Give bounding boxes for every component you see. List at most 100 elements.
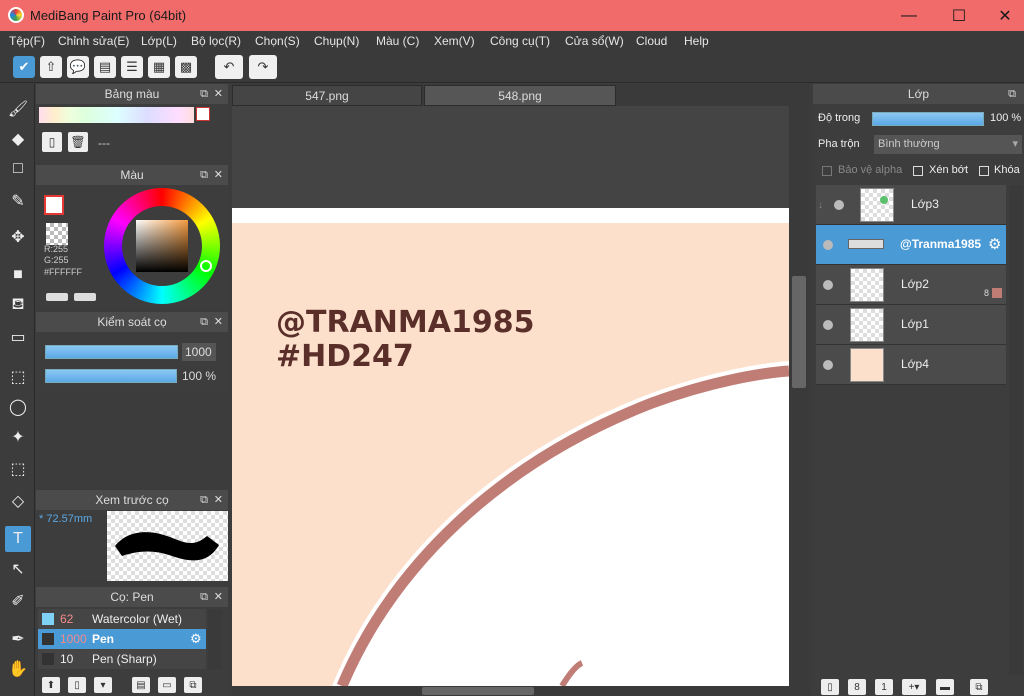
message-icon[interactable]: ▤	[94, 56, 116, 78]
dot-brush-tool-icon[interactable]: ✎	[5, 188, 31, 214]
menu-color[interactable]: Màu (C)	[376, 34, 419, 48]
share-icon[interactable]: ⇧	[40, 56, 62, 78]
brush-tool-icon[interactable]: 🖌	[5, 96, 31, 122]
menu-capture[interactable]: Chụp(N)	[314, 34, 359, 48]
new-8bit-layer-icon[interactable]: 8	[848, 679, 866, 695]
protect-alpha-checkbox[interactable]	[822, 166, 832, 176]
fill-rect-tool-icon[interactable]: ■	[5, 262, 31, 288]
cloud-icon[interactable]: ✔	[13, 56, 35, 78]
menu-view[interactable]: Xem(V)	[434, 34, 475, 48]
document-icon[interactable]: ☰	[121, 56, 143, 78]
menu-select[interactable]: Chọn(S)	[255, 34, 300, 48]
brush-size-value[interactable]: 1000	[182, 343, 216, 361]
popout-icon[interactable]: ⧉	[1008, 84, 1016, 104]
layer-row-tranma1985[interactable]: @Tranma1985 ⚙	[816, 225, 1006, 265]
brush-opacity-slider[interactable]	[45, 369, 177, 383]
canvas-horizontal-scrollbar[interactable]	[232, 686, 810, 696]
select-pen-tool-icon[interactable]: ⬚	[5, 456, 31, 482]
grid-icon[interactable]: ▩	[175, 56, 197, 78]
visibility-icon[interactable]	[823, 360, 833, 370]
primary-color-swatch[interactable]	[44, 195, 64, 215]
menu-layer[interactable]: Lớp(L)	[141, 34, 177, 48]
comment-icon[interactable]: 💬	[67, 56, 89, 78]
gradient-tool-icon[interactable]: ▭	[5, 324, 31, 350]
eraser-tool-icon[interactable]: ◆	[5, 126, 31, 152]
menu-filter[interactable]: Bộ lọc(R)	[191, 34, 241, 48]
copy-brush-icon[interactable]: ▾	[94, 677, 112, 693]
close-icon[interactable]: ✕	[214, 312, 223, 332]
palette-swatches[interactable]	[39, 107, 194, 123]
canvas-vertical-scrollbar[interactable]	[789, 106, 809, 686]
menu-cloud[interactable]: Cloud	[636, 34, 667, 48]
layer-row-lop3[interactable]: ↓ Lớp3	[816, 185, 1006, 225]
color-mode-button[interactable]	[46, 293, 68, 301]
maximize-button[interactable]: ☐	[936, 0, 982, 31]
delete-palette-icon[interactable]: 🗑	[68, 132, 88, 152]
transparent-color-swatch[interactable]	[46, 223, 68, 245]
popout-icon[interactable]: ⧉	[200, 587, 208, 607]
layer-list-scrollbar[interactable]	[1009, 185, 1023, 675]
select-rect-tool-icon[interactable]: ⬚	[5, 364, 31, 390]
gear-icon[interactable]: ⚙	[190, 631, 202, 647]
popout-icon[interactable]: ⧉	[200, 490, 208, 510]
visibility-icon[interactable]	[834, 200, 844, 210]
lock-checkbox[interactable]	[979, 166, 989, 176]
brush-folder-icon[interactable]: ▭	[158, 677, 176, 693]
brush-size-slider[interactable]	[45, 345, 178, 359]
visibility-icon[interactable]	[823, 320, 833, 330]
eyedropper-tool-icon[interactable]: ✒	[5, 626, 31, 652]
text-tool-icon[interactable]: T	[5, 526, 31, 552]
saturation-square[interactable]	[136, 220, 188, 272]
canvas-area[interactable]: @TRANMA1985 #HD247	[232, 106, 789, 686]
popout-icon[interactable]: ⧉	[200, 84, 208, 104]
menu-tools[interactable]: Công cụ(T)	[490, 34, 550, 48]
brush-item[interactable]: 10 Pen (Sharp)	[38, 649, 206, 669]
canvas-text[interactable]: @TRANMA1985 #HD247	[276, 306, 534, 374]
close-icon[interactable]: ✕	[214, 165, 223, 185]
brush-item[interactable]: 62 Watercolor (Wet)	[38, 609, 206, 629]
brush-item-selected[interactable]: 1000 Pen ⚙	[38, 629, 206, 649]
magic-wand-tool-icon[interactable]: ✦	[5, 424, 31, 450]
hand-tool-icon[interactable]: ✋	[5, 656, 31, 682]
hue-handle[interactable]	[200, 260, 212, 272]
layer-opacity-slider[interactable]	[872, 112, 984, 126]
palette-selected-swatch[interactable]	[196, 107, 210, 121]
blend-mode-select[interactable]: Bình thường ▾	[874, 135, 1022, 154]
popout-icon[interactable]: ⧉	[200, 312, 208, 332]
folder-icon[interactable]: ▬	[936, 679, 954, 695]
divide-tool-icon[interactable]: ✐	[5, 588, 31, 614]
new-layer-icon[interactable]: ▯	[821, 679, 839, 695]
popout-icon[interactable]: ⧉	[200, 165, 208, 185]
layer-row-lop4[interactable]: Lớp4	[816, 345, 1006, 385]
add-brush-icon[interactable]: ⬆	[42, 677, 60, 693]
add-layer-menu-icon[interactable]: +▾	[902, 679, 926, 695]
close-icon[interactable]: ✕	[214, 84, 223, 104]
minimize-button[interactable]: —	[886, 0, 932, 31]
tab-548[interactable]: 548.png	[424, 85, 616, 106]
scroll-thumb[interactable]	[792, 276, 806, 388]
menu-file[interactable]: Tệp(F)	[9, 34, 45, 48]
duplicate-brush-icon[interactable]: ⧉	[184, 677, 202, 693]
layer-row-lop2[interactable]: Lớp2 8	[816, 265, 1006, 305]
new-brush-icon[interactable]: ▯	[68, 677, 86, 693]
close-icon[interactable]: ✕	[214, 490, 223, 510]
bucket-tool-icon[interactable]: ⛾	[5, 292, 31, 318]
color-mode-button[interactable]	[74, 293, 96, 301]
clipping-checkbox[interactable]	[913, 166, 923, 176]
lasso-tool-icon[interactable]: ◯	[5, 394, 31, 420]
brush-list-scrollbar[interactable]	[208, 609, 222, 669]
visibility-icon[interactable]	[823, 280, 833, 290]
scroll-thumb[interactable]	[422, 687, 534, 695]
new-palette-icon[interactable]: ▯	[42, 132, 62, 152]
menu-edit[interactable]: Chỉnh sửa(E)	[58, 34, 129, 48]
list-icon[interactable]: ▦	[148, 56, 170, 78]
close-button[interactable]: ✕	[982, 0, 1024, 31]
operation-tool-icon[interactable]: ↖	[5, 556, 31, 582]
redo-icon[interactable]: ↷	[249, 55, 277, 79]
layer-row-lop1[interactable]: Lớp1	[816, 305, 1006, 345]
shape-tool-icon[interactable]: □	[5, 156, 31, 182]
move-tool-icon[interactable]: ✥	[5, 224, 31, 250]
close-icon[interactable]: ✕	[214, 587, 223, 607]
gear-icon[interactable]: ⚙	[988, 235, 1001, 253]
new-1bit-layer-icon[interactable]: 1	[875, 679, 893, 695]
